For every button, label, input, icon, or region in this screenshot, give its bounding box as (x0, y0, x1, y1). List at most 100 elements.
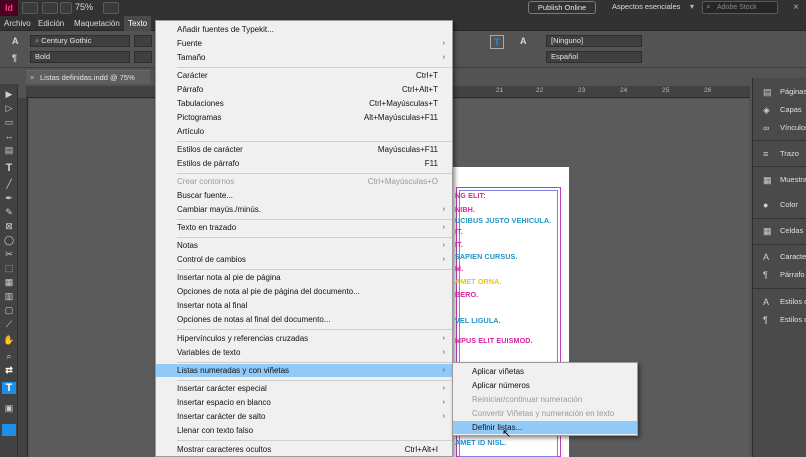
bridge-button[interactable] (22, 2, 38, 14)
type-tool-icon[interactable]: T (2, 162, 16, 174)
panel-muestras[interactable]: ▦ Muestras (753, 173, 806, 187)
menu-item-nota-final[interactable]: Insertar nota al final (156, 299, 452, 312)
menu-item-caracter[interactable]: Carácter Ctrl+T (156, 69, 452, 82)
workspace-switcher[interactable]: Aspectos esenciales (612, 2, 680, 11)
panel-paginas[interactable]: ▤ Páginas (753, 85, 806, 99)
direct-selection-tool-icon[interactable]: ▷ (2, 102, 16, 114)
type-tool-button[interactable]: T (490, 35, 504, 49)
panel-capas[interactable]: ◈ Capas (753, 103, 806, 117)
submenu-item-aplicar-numeros[interactable]: Aplicar números (453, 379, 637, 392)
submenu-item-reiniciar-numeracion[interactable]: Reiniciar/continuar numeración (453, 393, 637, 406)
texto-menu: Añadir fuentes de Typekit... Fuente › Tam… (155, 20, 453, 457)
menu-item-typekit[interactable]: Añadir fuentes de Typekit... (156, 23, 452, 36)
paragraph-formatting-icon[interactable]: ¶ (12, 53, 17, 63)
menu-item-caracter-salto[interactable]: Insertar carácter de salto › (156, 410, 452, 423)
pen-tool-icon[interactable]: ✒ (2, 192, 16, 204)
publish-online-button[interactable]: Publish Online (528, 1, 596, 14)
menu-item-texto-trazado[interactable]: Texto en trazado › (156, 221, 452, 234)
submenu-item-convertir-texto[interactable]: Convertir Viñetas y numeración en texto (453, 407, 637, 420)
free-transform-tool-icon[interactable]: ⬚ (2, 262, 16, 274)
submenu-item-aplicar-vinetas[interactable]: Aplicar viñetas (453, 365, 637, 378)
gradient-tool-icon[interactable]: ▦ (2, 276, 16, 288)
rectangle-frame-tool-icon[interactable]: ⊠ (2, 220, 16, 232)
publish-label: Publish Online (537, 3, 587, 12)
close-icon[interactable]: × (30, 71, 34, 84)
search-input[interactable]: Adobe Stock (702, 1, 778, 14)
font-family-field[interactable]: ⌕ Century Gothic (30, 35, 130, 47)
chevron-down-icon[interactable]: ▾ (690, 2, 694, 11)
menu-item-estilos-parrafo[interactable]: Estilos de párrafo F11 (156, 157, 452, 170)
zoom-tool-icon[interactable]: ⌕ (2, 350, 16, 362)
gap-tool-icon[interactable]: ↔ (2, 130, 16, 142)
menu-item-caracter-especial[interactable]: Insertar carácter especial › (156, 382, 452, 395)
document-tab[interactable]: × Listas definidas.indd @ 75% (26, 70, 150, 84)
panel-trazo[interactable]: ≡ Trazo (753, 147, 806, 161)
menu-item-opciones-nota-final[interactable]: Opciones de notas al final del documento… (156, 313, 452, 326)
eyedropper-tool-icon[interactable]: ⟋ (2, 318, 16, 330)
panel-estilos-2[interactable]: ¶ Estilos de (753, 313, 806, 327)
menu-item-caracteres-ocultos[interactable]: Mostrar caracteres ocultos Ctrl+Alt+I (156, 443, 452, 456)
menu-item-fuente[interactable]: Fuente › (156, 37, 452, 50)
menu-item-articulo[interactable]: Artículo (156, 125, 452, 138)
menu-item-opciones-nota-pie[interactable]: Opciones de nota al pie de página del do… (156, 285, 452, 298)
screen-mode-button[interactable] (103, 2, 119, 14)
menu-maquetacion[interactable]: Maquetación (70, 16, 124, 31)
note-tool-icon[interactable]: ▢ (2, 304, 16, 316)
panel-parrafo[interactable]: ¶ Párrafo (753, 268, 806, 282)
font-style-field[interactable]: Bold (30, 51, 130, 63)
submenu-item-definir-listas[interactable]: Definir listas... (453, 421, 637, 434)
leading-field[interactable] (134, 51, 152, 63)
document-text-line: UCIBUS JUSTO VEHICULA. (455, 216, 552, 225)
menu-texto[interactable]: Texto (124, 16, 152, 31)
page-tool-icon[interactable]: ▭ (2, 116, 16, 128)
formatting-text-icon[interactable]: T (2, 382, 16, 394)
character-formatting-icon[interactable]: A (12, 36, 19, 46)
panel-caracteres[interactable]: A Caracteres (753, 250, 806, 264)
menu-item-estilos-caracter[interactable]: Estilos de carácter Mayúsculas+F11 (156, 143, 452, 156)
gradient-feather-tool-icon[interactable]: ▥ (2, 290, 16, 302)
panel-celdas[interactable]: ▦ Celdas (753, 224, 806, 238)
menu-item-tamano[interactable]: Tamaño › (156, 51, 452, 64)
menu-item-parrafo[interactable]: Párrafo Ctrl+Alt+T (156, 83, 452, 96)
menu-separator (177, 329, 452, 330)
menu-item-listas[interactable]: Listas numeradas y con viñetas › (156, 364, 452, 377)
zoom-level[interactable]: 75% (75, 2, 93, 12)
fill-stroke-icon[interactable]: ⇄ (2, 364, 16, 376)
menu-item-control-cambios[interactable]: Control de cambios › (156, 253, 452, 266)
line-tool-icon[interactable]: ╱ (2, 178, 16, 190)
menu-item-texto-falso[interactable]: Llenar con texto falso (156, 424, 452, 437)
language-select[interactable]: Español (546, 51, 642, 63)
menu-item-pictogramas[interactable]: Pictogramas Alt+Mayúsculas+F11 (156, 111, 452, 124)
panel-estilos-1[interactable]: A Estilos de (753, 295, 806, 309)
hand-tool-icon[interactable]: ✋ (2, 334, 16, 346)
menu-archivo[interactable]: Archivo (0, 16, 35, 31)
pencil-tool-icon[interactable]: ✎ (2, 206, 16, 218)
close-icon[interactable]: × (788, 1, 804, 15)
font-size-field[interactable] (134, 35, 152, 47)
vertical-ruler[interactable] (18, 98, 28, 457)
menu-edicion[interactable]: Edición (34, 16, 68, 31)
content-collector-icon[interactable]: ▤ (2, 144, 16, 156)
menu-item-crear-contornos[interactable]: Crear contornos Ctrl+Mayúsculas+O (156, 175, 452, 188)
menu-separator (177, 440, 452, 441)
menu-item-hipervinculos[interactable]: Hipervínculos y referencias cruzadas › (156, 332, 452, 345)
view-mode-icon[interactable]: ▣ (2, 402, 16, 414)
menu-item-nota-pie[interactable]: Insertar nota al pie de página (156, 271, 452, 284)
menu-item-tabulaciones[interactable]: Tabulaciones Ctrl+Mayúsculas+T (156, 97, 452, 110)
menu-item-notas[interactable]: Notas › (156, 239, 452, 252)
menu-item-buscar-fuente[interactable]: Buscar fuente... (156, 189, 452, 202)
menu-item-espacio-blanco[interactable]: Insertar espacio en blanco › (156, 396, 452, 409)
selection-tool-icon[interactable]: ▶ (2, 88, 16, 100)
scissors-tool-icon[interactable]: ✂ (2, 248, 16, 260)
grid-button[interactable] (60, 2, 72, 14)
character-style-select[interactable]: [Ninguno] (546, 35, 642, 47)
menu-separator (177, 380, 452, 381)
screen-mode-icon[interactable] (2, 424, 16, 436)
submenu-arrow-icon: › (442, 399, 445, 406)
panel-vinculos[interactable]: ∞ Vínculos (753, 121, 806, 135)
panel-color[interactable]: ● Color (753, 198, 806, 212)
view-options-button[interactable] (42, 2, 58, 14)
menu-item-variables[interactable]: Variables de texto › (156, 346, 452, 359)
menu-item-cambiar-mayus[interactable]: Cambiar mayús./minús. › (156, 203, 452, 216)
ellipse-tool-icon[interactable]: ◯ (2, 234, 16, 246)
